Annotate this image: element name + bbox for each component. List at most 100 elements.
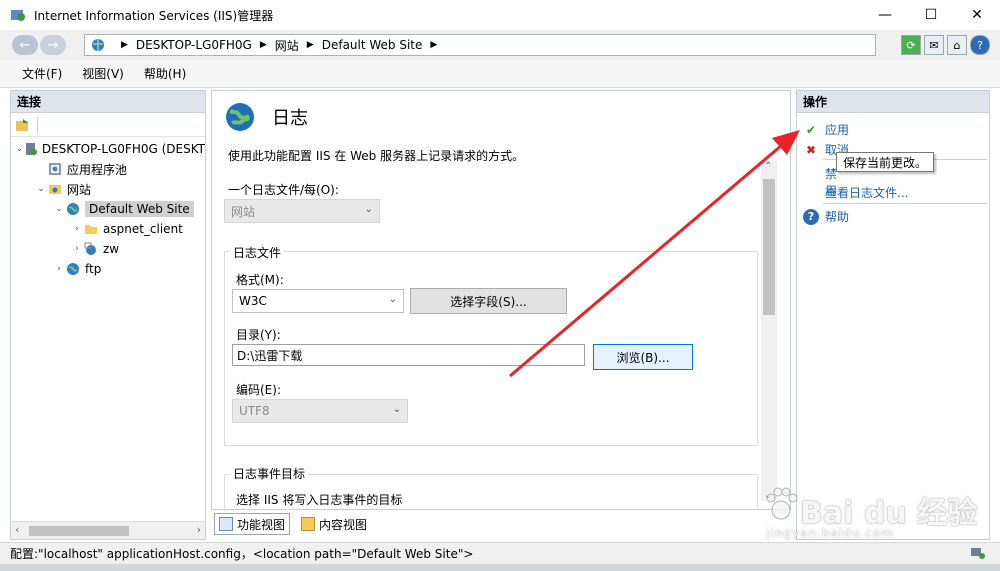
connections-hscrollbar[interactable]: ‹ › [11, 521, 205, 539]
page-description: 使用此功能配置 IIS 在 Web 服务器上记录请求的方式。 [228, 149, 525, 163]
tree-item-aspnet-client[interactable]: › aspnet_client [11, 219, 205, 239]
encoding-select[interactable]: UTF8 ⌄ [232, 399, 408, 423]
tree-item-sites[interactable]: ⌄ 网站 [11, 179, 205, 199]
action-label: 帮助 [825, 210, 850, 224]
chevron-down-icon: ⌄ [364, 204, 373, 215]
format-select[interactable]: W3C ⌄ [232, 289, 404, 313]
server-icon [24, 141, 38, 157]
help-icon: ? [803, 208, 819, 225]
apply-check-icon: ✔ [805, 122, 817, 137]
tab-label: 内容视图 [319, 517, 368, 532]
encoding-label: 编码(E): [236, 383, 281, 397]
per-file-label: 一个日志文件/每(O): [228, 183, 339, 197]
menu-view[interactable]: 视图(V) [82, 65, 124, 82]
app-icon [83, 241, 99, 257]
chevron-down-icon: ⌄ [388, 294, 397, 305]
folder-icon [83, 221, 99, 237]
chevron-down-icon[interactable]: ⌄ [15, 144, 24, 154]
tree-label: DESKTOP-LG0FH0G (DESKT [41, 142, 205, 156]
connections-header: 连接 [11, 91, 205, 113]
help-icon[interactable]: ? [970, 35, 990, 55]
per-file-select[interactable]: 网站 ⌄ [224, 199, 380, 223]
status-text: 配置:"localhost" applicationHost.config，<l… [10, 547, 474, 561]
event-group-description: 选择 IIS 将写入日志事件的目标 [236, 493, 403, 507]
menu-help[interactable]: 帮助(H) [144, 65, 186, 82]
action-help[interactable]: ? 帮助 [803, 208, 849, 225]
tree-label: 网站 [67, 182, 92, 197]
page-header: 日志 [224, 101, 308, 133]
breadcrumb-separator: ▶ [430, 40, 438, 50]
chevron-right-icon[interactable]: › [71, 224, 83, 234]
tree-item-zw[interactable]: › zw [11, 239, 205, 259]
scroll-thumb[interactable] [763, 179, 775, 315]
tree-label: 应用程序池 [67, 162, 128, 177]
chevron-down-icon[interactable]: ⌄ [53, 204, 65, 214]
tree-label: aspnet_client [103, 222, 183, 236]
stop-icon[interactable]: ✉ [924, 35, 944, 55]
connect-icon[interactable] [15, 117, 31, 133]
globe-icon [65, 201, 81, 217]
browse-button[interactable]: 浏览(B)... [593, 344, 693, 370]
format-value: W3C [239, 294, 267, 308]
menu-file[interactable]: 文件(F) [22, 65, 62, 82]
view-tabs: 功能视图 内容视图 [214, 513, 372, 535]
scroll-up-icon[interactable]: ⌃ [764, 161, 772, 172]
features-view-icon [219, 517, 233, 531]
per-file-value: 网站 [231, 204, 256, 219]
breadcrumb-server[interactable]: DESKTOP-LG0FH0G [136, 38, 252, 52]
window-controls: — ☐ ✕ [862, 0, 1000, 30]
tree-item-server[interactable]: ⌄ DESKTOP-LG0FH0G (DESKT [11, 139, 205, 159]
tree-item-default-web-site[interactable]: ⌄ Default Web Site [11, 199, 205, 219]
scroll-right-icon[interactable]: › [197, 523, 201, 536]
logfile-group-title: 日志文件 [230, 244, 285, 261]
connections-toolbar [11, 113, 205, 137]
scroll-down-icon[interactable]: ⌄ [764, 490, 772, 501]
chevron-right-icon[interactable]: › [53, 264, 65, 274]
tree-item-ftp[interactable]: › ftp [11, 259, 205, 279]
tree-label: Default Web Site [85, 201, 194, 217]
maximize-button[interactable]: ☐ [908, 0, 954, 30]
minimize-button[interactable]: — [862, 0, 908, 30]
tab-features-view[interactable]: 功能视图 [214, 513, 291, 535]
scroll-thumb[interactable] [29, 526, 129, 536]
globe-icon [65, 261, 81, 277]
directory-input[interactable]: D:\迅雷下载 [232, 344, 585, 366]
breadcrumb-separator: ▶ [121, 40, 128, 50]
feature-vscrollbar[interactable]: ⌃ ⌄ [761, 161, 777, 501]
network-status-icon [971, 548, 985, 559]
arrow-left-icon: ← [19, 37, 31, 53]
back-button[interactable]: ← [12, 35, 38, 55]
forward-button[interactable]: → [40, 35, 66, 55]
cancel-x-icon: ✖ [805, 142, 817, 157]
toolbar-icons: ⟳ ✉ ⌂ ? [901, 35, 990, 55]
event-group-title: 日志事件目标 [230, 465, 309, 482]
address-toolbar: ← → ▶ DESKTOP-LG0FH0G ▶ 网站 ▶ Default Web… [0, 30, 1000, 60]
actions-header: 操作 [797, 91, 989, 113]
action-view-log-files[interactable]: 查看日志文件... [825, 184, 908, 201]
actions-divider [823, 203, 987, 204]
tab-content-view[interactable]: 内容视图 [296, 513, 372, 535]
chevron-down-icon[interactable]: ⌄ [35, 184, 47, 194]
chevron-down-icon: ⌄ [392, 404, 401, 415]
refresh-icon[interactable]: ⟳ [901, 35, 921, 55]
content-view-icon [301, 517, 316, 531]
breadcrumb-separator: ▶ [306, 40, 314, 50]
tree-item-app-pools[interactable]: 应用程序池 [11, 159, 205, 179]
apply-tooltip: 保存当前更改。 [836, 152, 935, 172]
action-apply[interactable]: ✔ 应用 [803, 121, 849, 138]
window-title: Internet Information Services (IIS)管理器 [34, 8, 274, 23]
close-button[interactable]: ✕ [954, 0, 1000, 30]
scroll-left-icon[interactable]: ‹ [15, 523, 19, 536]
breadcrumb-separator: ▶ [259, 40, 267, 50]
tree-label: ftp [85, 262, 102, 276]
breadcrumb-default-web-site[interactable]: Default Web Site [322, 38, 423, 52]
address-breadcrumb[interactable]: ▶ DESKTOP-LG0FH0G ▶ 网站 ▶ Default Web Sit… [84, 34, 876, 56]
tab-label: 功能视图 [237, 517, 286, 532]
chevron-right-icon[interactable]: › [71, 244, 83, 254]
home-icon[interactable]: ⌂ [947, 35, 967, 55]
connections-tree: ⌄ DESKTOP-LG0FH0G (DESKT 应用程序池 ⌄ 网站 ⌄ De… [11, 137, 205, 279]
select-fields-button[interactable]: 选择字段(S)... [410, 288, 567, 314]
arrow-right-icon: → [47, 37, 59, 53]
iis-app-icon [11, 10, 25, 21]
breadcrumb-sites[interactable]: 网站 [275, 37, 299, 54]
